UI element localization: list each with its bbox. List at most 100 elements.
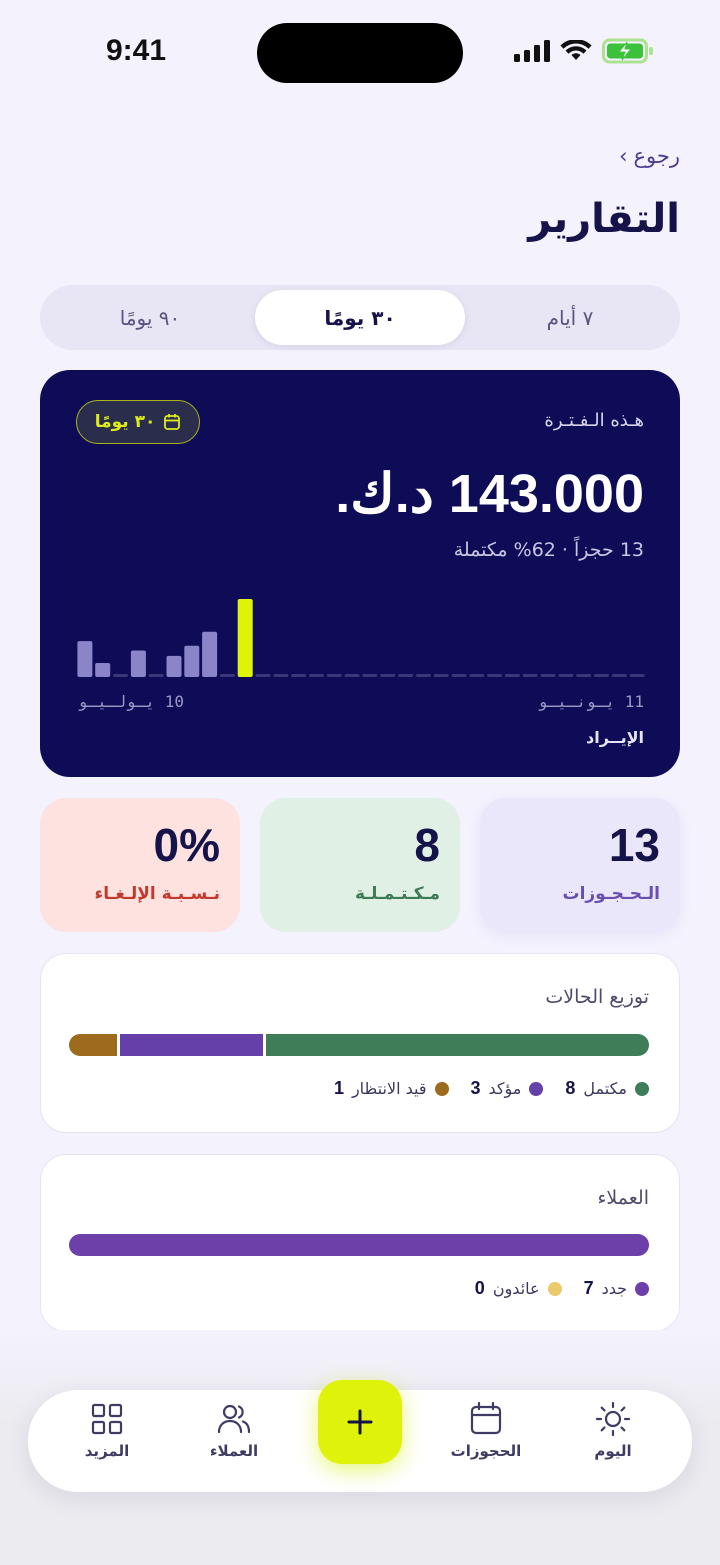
- legend-item: مؤكد 3: [471, 1078, 544, 1099]
- chart-bar-empty: [398, 674, 414, 677]
- status-time: 9:41: [106, 34, 167, 67]
- chart-bar-empty: [433, 674, 449, 677]
- chart-bar-empty: [540, 674, 556, 677]
- legend-count: 3: [470, 1078, 481, 1098]
- users-icon: [217, 1404, 251, 1434]
- stat-label: الـحـجـوزات: [562, 884, 660, 904]
- chart-bar-empty: [219, 674, 235, 677]
- customers-bar-new: [69, 1234, 649, 1256]
- stat-label: نـسـبـة الإلـغـاء: [94, 884, 220, 904]
- chart-bar-empty: [576, 674, 592, 677]
- period-pill[interactable]: ٣٠ يومًا: [76, 400, 200, 444]
- nav-label: المزيد: [84, 1442, 130, 1460]
- stat-tile-cancellation-rate[interactable]: 0% نـسـبـة الإلـغـاء: [40, 798, 240, 932]
- chart-caption: الإيــراد: [586, 728, 644, 747]
- period-segmented-control: ٩٠ يومًا ٣٠ يومًا ٧ أيام: [40, 285, 680, 350]
- legend-dot: [529, 1081, 544, 1096]
- legend-label: عائدون: [492, 1279, 540, 1298]
- tab-30-days[interactable]: ٣٠ يومًا: [255, 290, 465, 345]
- chart-bar-empty: [255, 674, 271, 677]
- chart-bar-empty: [309, 674, 324, 677]
- chart-bar-empty: [113, 674, 128, 677]
- back-button[interactable]: رجوع ›: [619, 144, 680, 168]
- legend-label: مكتمل: [583, 1079, 627, 1098]
- signal-icon: [514, 40, 550, 62]
- stat-value: 0%: [153, 819, 220, 871]
- chart-bar-empty: [629, 674, 645, 677]
- chart-bar-empty: [451, 674, 467, 677]
- back-label: رجوع: [633, 144, 680, 168]
- plus-icon: [347, 1409, 373, 1435]
- wifi-icon: [560, 40, 592, 60]
- legend-label: مؤكد: [488, 1079, 522, 1098]
- chart-bar: [166, 655, 182, 677]
- chart-bar-empty: [415, 674, 431, 677]
- stat-tile-bookings[interactable]: 13 الـحـجـوزات: [480, 798, 680, 932]
- chart-bar: [184, 645, 200, 677]
- nav-item-today[interactable]: اليوم: [558, 1400, 668, 1460]
- legend-item: قيد الانتظار 1: [334, 1078, 449, 1099]
- legend-item: مكتمل 8: [565, 1078, 649, 1099]
- chart-bar: [202, 631, 218, 677]
- chart-bar-empty: [487, 674, 503, 677]
- add-booking-button[interactable]: [318, 1380, 402, 1464]
- card-title: توزيع الحالات: [545, 986, 649, 1008]
- chart-bar-empty: [594, 674, 609, 677]
- legend-dot: [635, 1281, 649, 1296]
- chart-bar-empty: [344, 674, 360, 677]
- status-distribution-card: توزيع الحالات مكتمل 8 مؤكد 3 قيد الانتظا…: [40, 953, 680, 1133]
- nav-item-bookings[interactable]: الحجوزات: [431, 1400, 541, 1460]
- chart-bar-empty: [380, 674, 396, 677]
- chart-bar-empty: [148, 674, 164, 677]
- legend-dot: [434, 1081, 449, 1096]
- chevron-right-icon: ›: [619, 144, 628, 168]
- calendar-icon: [470, 1401, 502, 1435]
- chart-bar-empty: [326, 674, 342, 677]
- calendar-icon: [164, 414, 181, 430]
- nav-label: العملاء: [209, 1442, 259, 1460]
- grid-icon: [91, 1403, 123, 1435]
- legend-dot: [635, 1081, 649, 1096]
- legend-count: 8: [565, 1078, 576, 1098]
- chart-bar-empty: [504, 674, 520, 677]
- status-icons: [514, 38, 654, 64]
- chart-bar: [130, 650, 146, 677]
- stat-label: مـكـتـمـلـة: [354, 884, 440, 904]
- card-title: العملاء: [597, 1187, 650, 1209]
- chart-bar-highlight: [237, 599, 253, 677]
- stat-value: 13: [608, 819, 660, 871]
- customers-card: العملاء جدد 7 عائدون 0: [40, 1154, 680, 1332]
- nav-label: اليوم: [594, 1442, 632, 1460]
- stat-tile-completed[interactable]: 8 مـكـتـمـلـة: [260, 798, 460, 932]
- legend-count: 1: [333, 1078, 344, 1098]
- tab-7-days[interactable]: ٧ أيام: [465, 290, 675, 345]
- revenue-subtitle: 13 حجزاً · 62% مكتملة: [453, 539, 644, 561]
- legend-item: جدد 7: [584, 1278, 649, 1299]
- customers-legend: جدد 7 عائدون 0: [475, 1278, 649, 1299]
- period-pill-label: ٣٠ يومًا: [94, 412, 156, 432]
- stat-value: 8: [414, 819, 440, 871]
- revenue-bar-chart: [77, 599, 645, 677]
- chart-bar-empty: [273, 674, 289, 677]
- chart-bar-empty: [522, 674, 538, 677]
- status-legend: مكتمل 8 مؤكد 3 قيد الانتظار 1: [334, 1078, 649, 1099]
- chart-bar-empty: [558, 674, 574, 677]
- battery-icon: [602, 38, 653, 64]
- chart-bar-empty: [291, 674, 307, 677]
- page-title: التقارير: [528, 196, 680, 242]
- chart-bar-empty: [469, 674, 485, 677]
- revenue-card: هـذه الـفـتـرة ٣٠ يومًا 143.000 د.ك. 13 …: [40, 370, 680, 777]
- legend-label: قيد الانتظار: [351, 1079, 427, 1098]
- x-axis-start-label: 11 يـونـيـو: [538, 692, 644, 711]
- x-axis-end-label: 10 يـولـيـو: [78, 692, 184, 711]
- legend-label: جدد: [601, 1279, 627, 1298]
- chart-bar-empty: [362, 674, 378, 677]
- tab-90-days[interactable]: ٩٠ يومًا: [45, 290, 255, 345]
- sun-icon: [595, 1401, 631, 1437]
- nav-item-more[interactable]: المزيد: [52, 1400, 162, 1460]
- nav-label: الحجوزات: [450, 1442, 522, 1460]
- legend-dot: [547, 1281, 562, 1296]
- nav-item-customers[interactable]: العملاء: [179, 1400, 289, 1460]
- chart-bar-empty: [611, 674, 627, 677]
- dynamic-island: [257, 23, 463, 83]
